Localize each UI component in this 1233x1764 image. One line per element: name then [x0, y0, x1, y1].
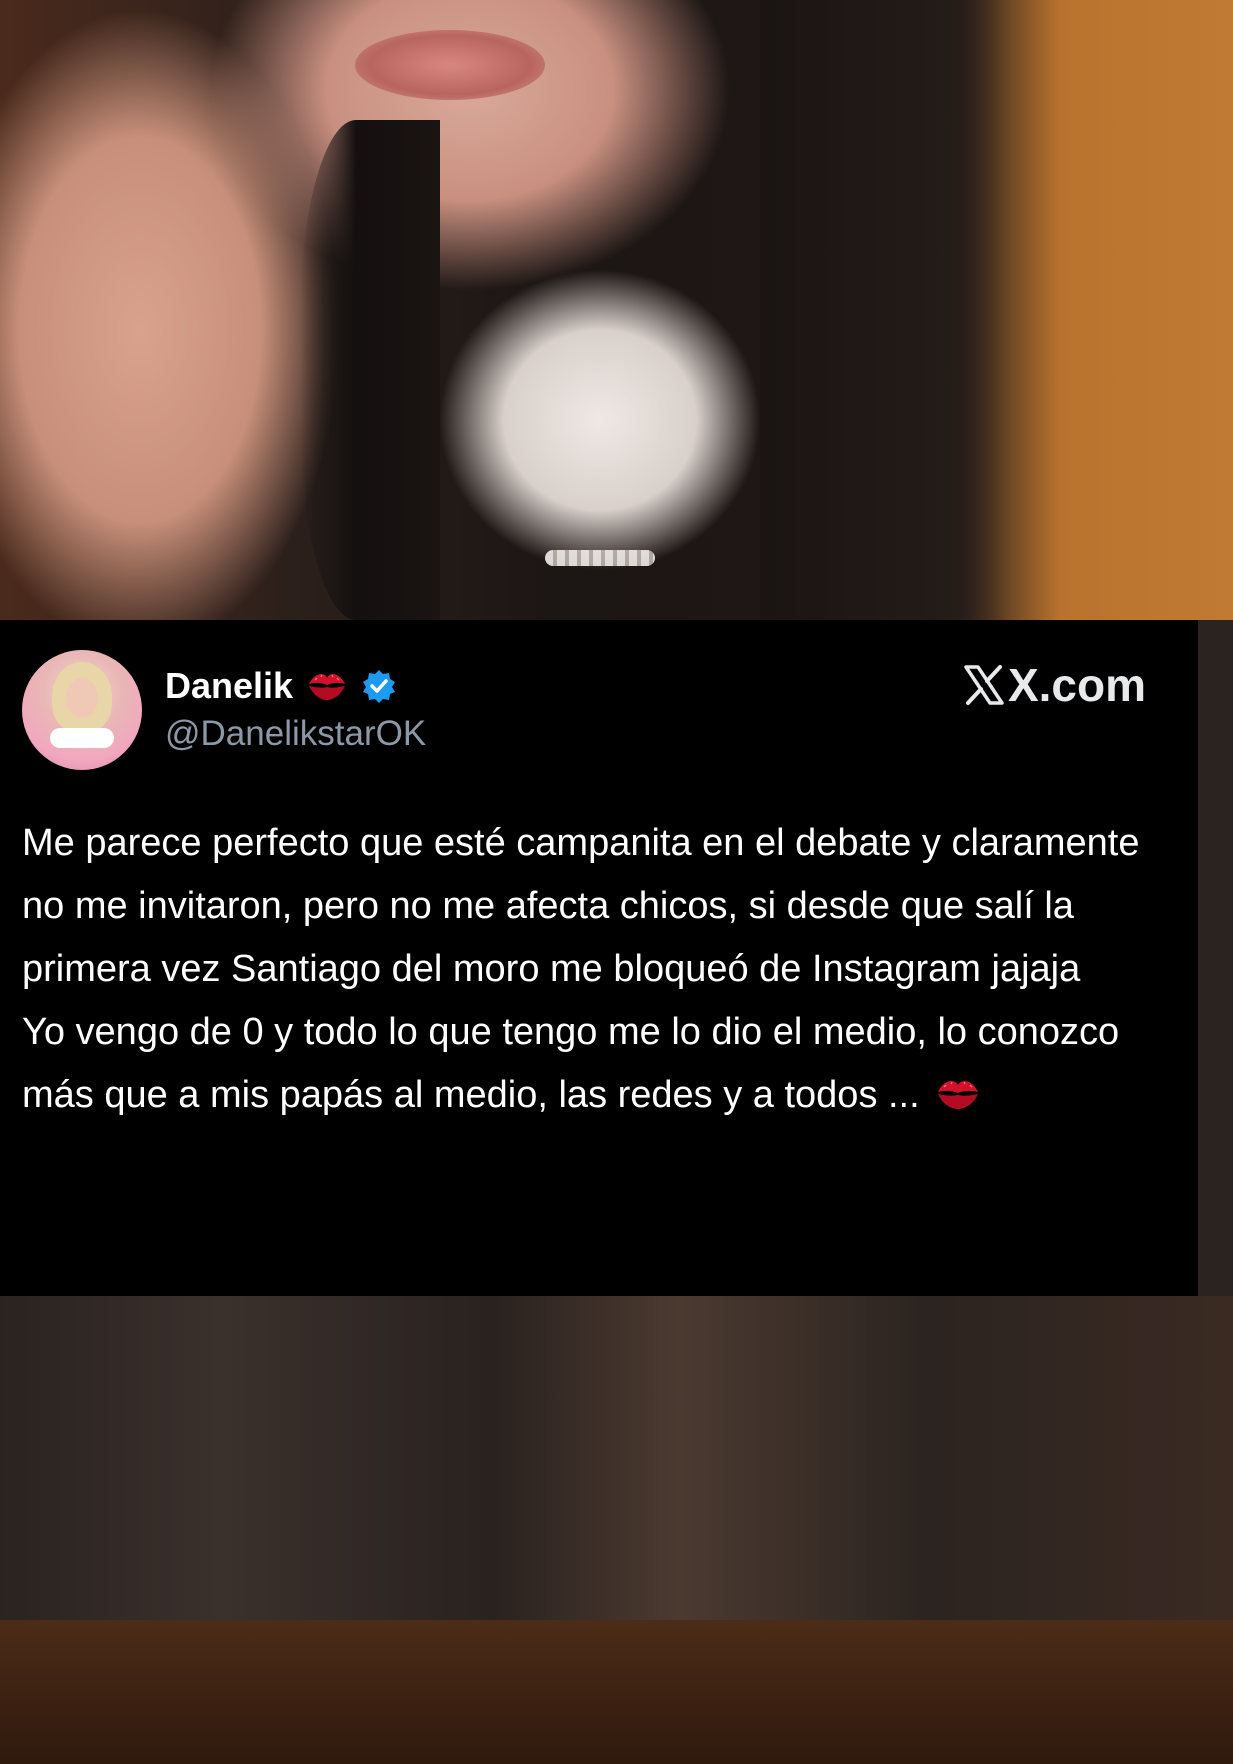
x-brand-watermark: X.com: [962, 658, 1146, 712]
avatar-face: [66, 678, 98, 718]
tweet-display-name[interactable]: Danelik: [165, 665, 293, 707]
tweet-card[interactable]: Danelik @DanelikstarOK X.com Me parece p…: [0, 620, 1198, 1296]
tweet-author-row: Danelik: [165, 664, 397, 708]
background-lips: [355, 30, 545, 100]
avatar[interactable]: [22, 650, 142, 770]
x-logo-icon: [964, 665, 1004, 705]
video-frame: Danelik @DanelikstarOK X.com Me parece p…: [0, 0, 1233, 1764]
background-photo-top: [0, 0, 1233, 620]
kiss-mark-icon: [937, 1081, 978, 1109]
background-hair-left: [300, 120, 440, 620]
background-hair-right: [760, 0, 1010, 620]
tweet-paragraph-1: Me parece perfecto que esté campanita en…: [22, 822, 1140, 990]
background-table: [0, 1620, 1233, 1764]
tweet-handle[interactable]: @DanelikstarOK: [165, 714, 426, 754]
verified-badge-icon: [363, 670, 396, 703]
tweet-paragraph-2: Yo vengo de 0 y todo lo que tengo me lo …: [22, 1001, 1182, 1127]
tweet-text: Me parece perfecto que esté campanita en…: [22, 812, 1182, 1127]
avatar-outfit: [50, 728, 114, 748]
brand-domain-text: X.com: [1007, 659, 1146, 711]
background-necklace: [545, 550, 655, 566]
kiss-mark-icon: [309, 674, 346, 700]
